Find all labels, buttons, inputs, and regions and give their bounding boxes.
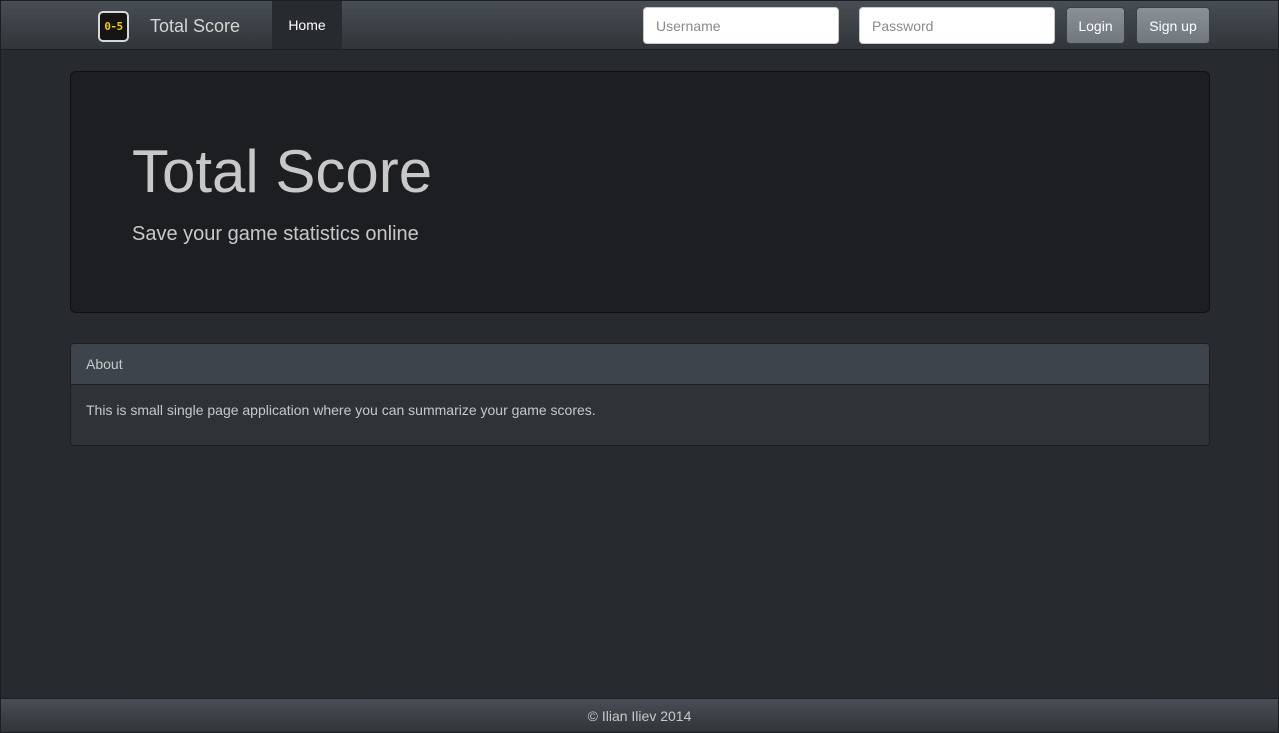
nav-home-link[interactable]: Home: [272, 1, 342, 49]
hero-jumbotron: Total Score Save your game statistics on…: [70, 71, 1210, 313]
about-panel: About This is small single page applicat…: [70, 343, 1210, 446]
brand[interactable]: 0-5 Total Score: [98, 10, 240, 42]
signup-button[interactable]: Sign up: [1136, 7, 1210, 44]
hero-title: Total Score: [132, 138, 433, 205]
hero-subtitle: Save your game statistics online: [132, 223, 419, 245]
navbar: 0-5 Total Score Home Login Sign up: [1, 1, 1278, 50]
footer: © Ilian Iliev 2014: [1, 698, 1278, 732]
username-input[interactable]: [643, 7, 839, 44]
scoreboard-logo-icon: 0-5: [98, 10, 129, 42]
login-button[interactable]: Login: [1066, 7, 1125, 44]
about-panel-body: This is small single page application wh…: [86, 402, 596, 418]
brand-title[interactable]: Total Score: [150, 16, 240, 37]
footer-copyright: © Ilian Iliev 2014: [587, 707, 692, 724]
password-input[interactable]: [859, 7, 1055, 44]
about-panel-heading: About: [71, 344, 1209, 385]
